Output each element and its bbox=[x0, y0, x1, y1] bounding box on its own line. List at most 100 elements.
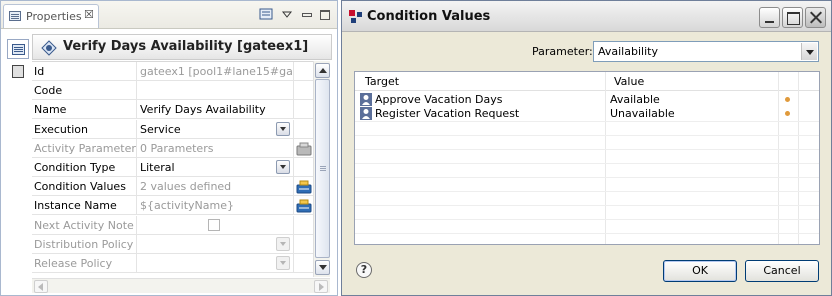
chevron-down-icon[interactable] bbox=[276, 122, 290, 136]
row-gridline bbox=[355, 219, 819, 220]
property-value[interactable] bbox=[136, 81, 293, 100]
property-value-text: 0 Parameters bbox=[140, 142, 214, 155]
parameter-label: Parameter: bbox=[532, 45, 593, 58]
property-value[interactable]: Service bbox=[136, 120, 293, 139]
property-label: Id bbox=[34, 65, 45, 78]
column-header-target[interactable]: Target bbox=[365, 75, 399, 88]
property-value[interactable]: Verify Days Availability bbox=[136, 100, 293, 119]
property-value[interactable] bbox=[136, 254, 293, 273]
ok-button[interactable]: OK bbox=[663, 260, 737, 282]
help-icon[interactable]: ? bbox=[356, 262, 372, 278]
chevron-down-icon[interactable] bbox=[801, 43, 817, 60]
property-label: Name bbox=[34, 103, 67, 116]
property-action-cell bbox=[293, 254, 313, 273]
scroll-right-button[interactable] bbox=[314, 280, 328, 293]
property-value-text: gateex1 [pool1#lane15#gateex1] bbox=[140, 65, 293, 78]
property-row[interactable]: Name Verify Days Availability bbox=[32, 100, 313, 119]
row-gridline bbox=[355, 177, 819, 178]
table-row[interactable]: Register Vacation Request Unavailable bbox=[355, 107, 819, 121]
status-dot bbox=[785, 97, 790, 102]
property-label: Release Policy bbox=[34, 257, 113, 270]
parameter-combo[interactable]: Availability bbox=[593, 41, 819, 62]
property-action-cell bbox=[293, 158, 313, 177]
property-row[interactable]: Distribution Policy bbox=[32, 235, 313, 254]
table-row[interactable]: Approve Vacation Days Available bbox=[355, 93, 819, 107]
property-value-text: Literal bbox=[140, 161, 175, 174]
condition-values-dialog: Condition Values Parameter: Availability… bbox=[341, 0, 832, 296]
property-row[interactable]: Condition Values 2 values defined bbox=[32, 177, 313, 196]
property-value[interactable]: Literal bbox=[136, 158, 293, 177]
property-row[interactable]: Next Activity Note bbox=[32, 216, 313, 235]
properties-tab[interactable]: Properties ☒ bbox=[3, 4, 99, 28]
column-header-value[interactable]: Value bbox=[614, 75, 644, 88]
status-dot bbox=[785, 111, 790, 116]
scroll-thumb[interactable] bbox=[315, 79, 330, 258]
property-action-cell bbox=[293, 81, 313, 100]
property-action-cell bbox=[293, 216, 313, 235]
property-label: Condition Values bbox=[34, 180, 126, 193]
scroll-down-button[interactable] bbox=[315, 260, 330, 275]
scroll-left-button[interactable] bbox=[34, 280, 48, 293]
property-value-text: ${activityName} bbox=[140, 199, 234, 212]
property-label: Execution bbox=[34, 123, 88, 136]
minimize-view-icon[interactable] bbox=[299, 7, 313, 21]
property-value-text: Verify Days Availability bbox=[140, 103, 266, 116]
property-row[interactable]: Id gateex1 [pool1#lane15#gateex1] bbox=[32, 62, 313, 81]
general-section-tab[interactable] bbox=[7, 39, 29, 59]
property-value[interactable]: 0 Parameters bbox=[136, 139, 293, 158]
toolbar-icon[interactable] bbox=[259, 7, 273, 21]
checkbox[interactable] bbox=[208, 219, 220, 231]
property-value[interactable]: ${activityName} bbox=[136, 196, 293, 215]
property-value[interactable] bbox=[136, 235, 293, 254]
horizontal-scrollbar[interactable] bbox=[32, 278, 330, 293]
value-cell[interactable]: Available bbox=[610, 93, 660, 106]
list-icon bbox=[12, 44, 25, 55]
property-grid: Id gateex1 [pool1#lane15#gateex1] Code Name… bbox=[32, 61, 313, 277]
edit-icon[interactable] bbox=[296, 179, 312, 194]
property-row[interactable]: Release Policy bbox=[32, 254, 313, 273]
properties-side-tabs bbox=[5, 33, 31, 293]
view-menu-icon[interactable] bbox=[280, 7, 294, 21]
other-section-tab[interactable] bbox=[7, 61, 29, 81]
properties-view: Properties ☒ Verify Days Availability [g… bbox=[0, 0, 338, 296]
chevron-down-icon bbox=[276, 256, 290, 270]
edit-icon[interactable] bbox=[296, 198, 312, 213]
property-value[interactable] bbox=[136, 216, 293, 235]
tab-label: Properties bbox=[26, 10, 82, 23]
properties-header: Verify Days Availability [gateex1] bbox=[32, 34, 332, 60]
property-action-cell bbox=[293, 139, 313, 158]
target-cell: Approve Vacation Days bbox=[375, 93, 503, 106]
close-tab-icon[interactable]: ☒ bbox=[84, 8, 94, 21]
property-row[interactable]: Code bbox=[32, 81, 313, 100]
page-title: Verify Days Availability [gateex1] bbox=[63, 39, 309, 54]
property-row[interactable]: Condition Type Literal bbox=[32, 158, 313, 177]
property-action-cell bbox=[293, 177, 313, 196]
row-gridline bbox=[355, 149, 819, 150]
view-tabbar: Properties ☒ bbox=[1, 1, 337, 29]
chevron-down-icon bbox=[276, 237, 290, 251]
minimize-window-button[interactable] bbox=[759, 7, 780, 28]
chevron-down-icon[interactable] bbox=[276, 160, 290, 174]
property-row[interactable]: Instance Name ${activityName} bbox=[32, 196, 313, 215]
target-cell: Register Vacation Request bbox=[375, 107, 520, 120]
property-action-cell bbox=[293, 120, 313, 139]
row-gridline bbox=[355, 121, 819, 122]
row-gridline bbox=[355, 191, 819, 192]
value-cell[interactable]: Unavailable bbox=[610, 107, 675, 120]
property-action-cell bbox=[293, 235, 313, 254]
property-label: Condition Type bbox=[34, 161, 116, 174]
scroll-up-button[interactable] bbox=[315, 63, 330, 78]
cancel-button[interactable]: Cancel bbox=[745, 260, 819, 282]
maximize-window-button[interactable] bbox=[782, 7, 803, 28]
close-window-button[interactable] bbox=[805, 7, 826, 28]
row-gridline bbox=[355, 135, 819, 136]
property-row[interactable]: Execution Service bbox=[32, 120, 313, 139]
parameters-icon[interactable] bbox=[296, 141, 312, 156]
property-value[interactable]: 2 values defined bbox=[136, 177, 293, 196]
vertical-scrollbar[interactable] bbox=[313, 61, 330, 277]
property-row[interactable]: Activity Parameters 0 Parameters bbox=[32, 139, 313, 158]
dialog-titlebar[interactable]: Condition Values bbox=[342, 1, 831, 32]
property-label: Activity Parameters bbox=[34, 142, 136, 155]
property-action-cell bbox=[293, 62, 313, 81]
maximize-view-icon[interactable] bbox=[317, 7, 331, 21]
